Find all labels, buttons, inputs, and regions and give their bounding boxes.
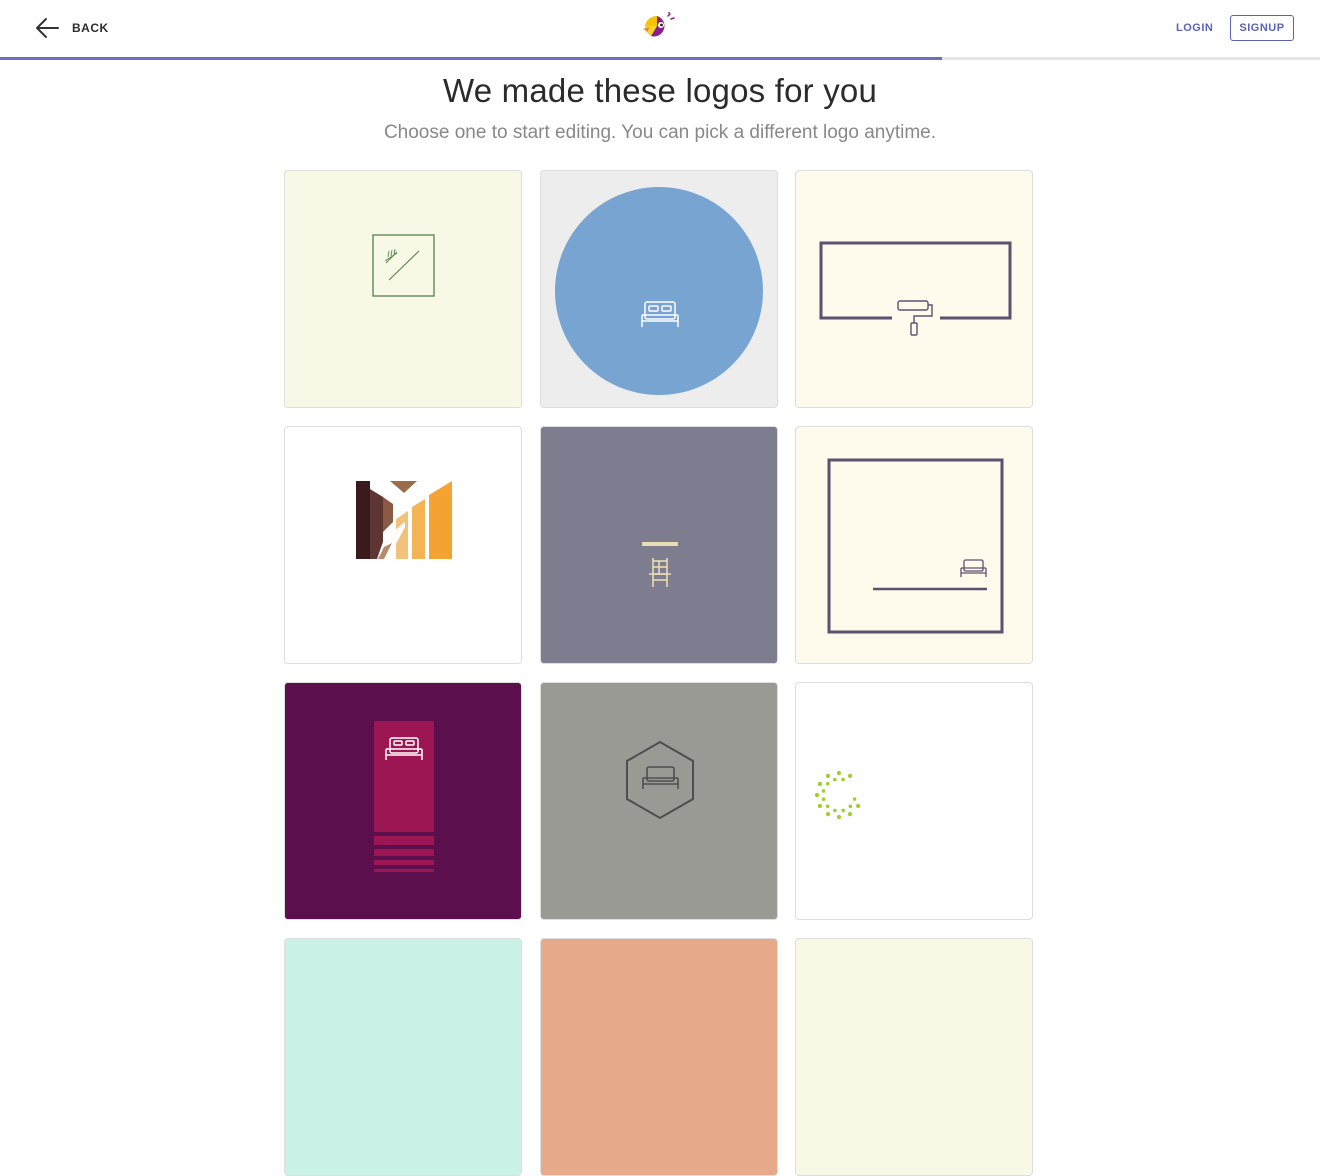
progress-bar: [0, 57, 1320, 60]
logo-option[interactable]: [540, 426, 778, 664]
spinner-dot: [814, 792, 820, 798]
logo-option[interactable]: [795, 170, 1033, 408]
spinner-dot: [833, 777, 837, 782]
paint-roller-icon: [819, 241, 1012, 336]
spinner-dot: [847, 812, 853, 817]
logo-option[interactable]: [795, 938, 1033, 1176]
spinner-dot: [821, 797, 826, 801]
spinner-dot: [825, 804, 830, 809]
spinner-dot: [821, 789, 826, 793]
spinner-dot: [825, 812, 831, 817]
spinner-dot: [836, 814, 842, 820]
page-subtitle: Choose one to start editing. You can pic…: [383, 122, 937, 143]
tools-icon: [372, 234, 435, 297]
logo-option[interactable]: [284, 426, 522, 664]
back-button[interactable]: BACK: [34, 16, 109, 40]
progress-bar-fill: [0, 57, 943, 60]
logo-option[interactable]: [795, 426, 1033, 664]
logo-option[interactable]: [540, 170, 778, 408]
logo-option[interactable]: [795, 682, 1033, 920]
arrow-left-icon: [36, 18, 59, 38]
spinner-dot: [847, 773, 853, 778]
spinner-dot: [841, 777, 845, 782]
spinner-dot: [856, 803, 861, 809]
spinner-dot: [848, 804, 853, 809]
spinner-dot: [825, 781, 830, 786]
page-title: We made these logos for you: [442, 72, 878, 109]
spinner-dot: [833, 808, 837, 813]
hexagon-bed-icon: [541, 683, 777, 919]
bed-frame-icon: [827, 458, 1004, 634]
logo-option[interactable]: [284, 170, 522, 408]
spinner-dot: [825, 773, 831, 778]
logo-option[interactable]: [540, 938, 778, 1176]
loading-spinner-icon: [814, 770, 861, 820]
brand-logo[interactable]: [643, 11, 675, 40]
spinner-dot: [852, 797, 857, 801]
spinner-dot: [817, 781, 822, 787]
spinner-dot: [817, 803, 822, 809]
bed-circle-icon: [555, 187, 763, 395]
chair-icon: [541, 427, 777, 663]
logo-option[interactable]: [284, 938, 522, 1176]
top-bar: BACK LOGIN SIGNUP: [0, 0, 1320, 60]
login-link[interactable]: LOGIN: [1170, 15, 1219, 41]
logo-option[interactable]: [540, 682, 778, 920]
signup-button[interactable]: SIGNUP: [1230, 15, 1294, 41]
spinner-dot: [841, 808, 845, 813]
bed-banner-icon: [285, 683, 521, 919]
stripes-m-icon: [356, 481, 452, 559]
back-label: BACK: [72, 21, 109, 35]
spinner-dot: [836, 770, 842, 776]
parrot-logo-icon: [643, 11, 675, 37]
logo-option[interactable]: [284, 682, 522, 920]
